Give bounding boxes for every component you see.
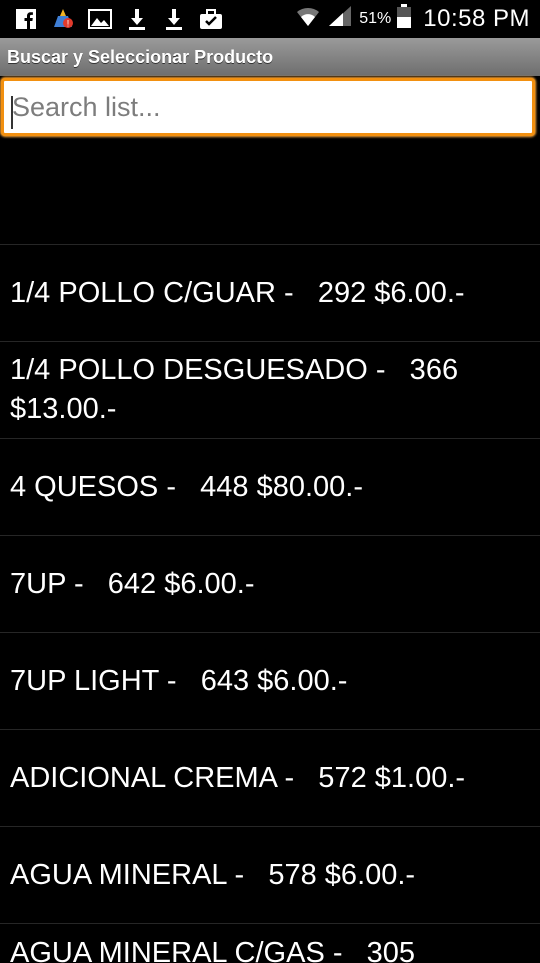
clock: 10:58 PM	[423, 4, 530, 32]
product-list[interactable]: 1/4 POLLO C/GUAR - 292 $6.00.- 1/4 POLLO…	[0, 244, 540, 963]
svg-text:!: !	[67, 19, 70, 29]
facebook-icon	[14, 7, 38, 31]
cleaner-icon: !	[51, 7, 75, 31]
list-item[interactable]: ADICIONAL CREMA - 572 $1.00.-	[0, 729, 540, 826]
list-item[interactable]: AGUA MINERAL C/GAS - 305	[0, 923, 540, 963]
title-bar: Buscar y Seleccionar Producto	[0, 38, 540, 77]
gallery-icon	[88, 7, 112, 31]
signal-icon	[327, 4, 353, 33]
search-input[interactable]	[1, 78, 535, 136]
download-icon	[125, 7, 149, 31]
briefcase-icon	[199, 7, 223, 31]
battery-icon	[397, 4, 412, 33]
list-item[interactable]: 7UP LIGHT - 643 $6.00.-	[0, 632, 540, 729]
download-icon	[162, 7, 186, 31]
list-item[interactable]: 7UP - 642 $6.00.-	[0, 535, 540, 632]
search-container	[0, 76, 540, 142]
text-cursor	[11, 96, 13, 129]
battery-percent: 51%	[359, 9, 392, 27]
status-bar: ! 51% 10:58 PM	[0, 0, 540, 38]
list-item[interactable]: 4 QUESOS - 448 $80.00.-	[0, 438, 540, 535]
list-item[interactable]: AGUA MINERAL - 578 $6.00.-	[0, 826, 540, 923]
list-item[interactable]: 1/4 POLLO DESGUESADO - 366 $13.00.-	[0, 341, 540, 438]
list-item[interactable]: 1/4 POLLO C/GUAR - 292 $6.00.-	[0, 244, 540, 341]
wifi-icon	[295, 4, 321, 33]
page-title: Buscar y Seleccionar Producto	[7, 47, 274, 67]
